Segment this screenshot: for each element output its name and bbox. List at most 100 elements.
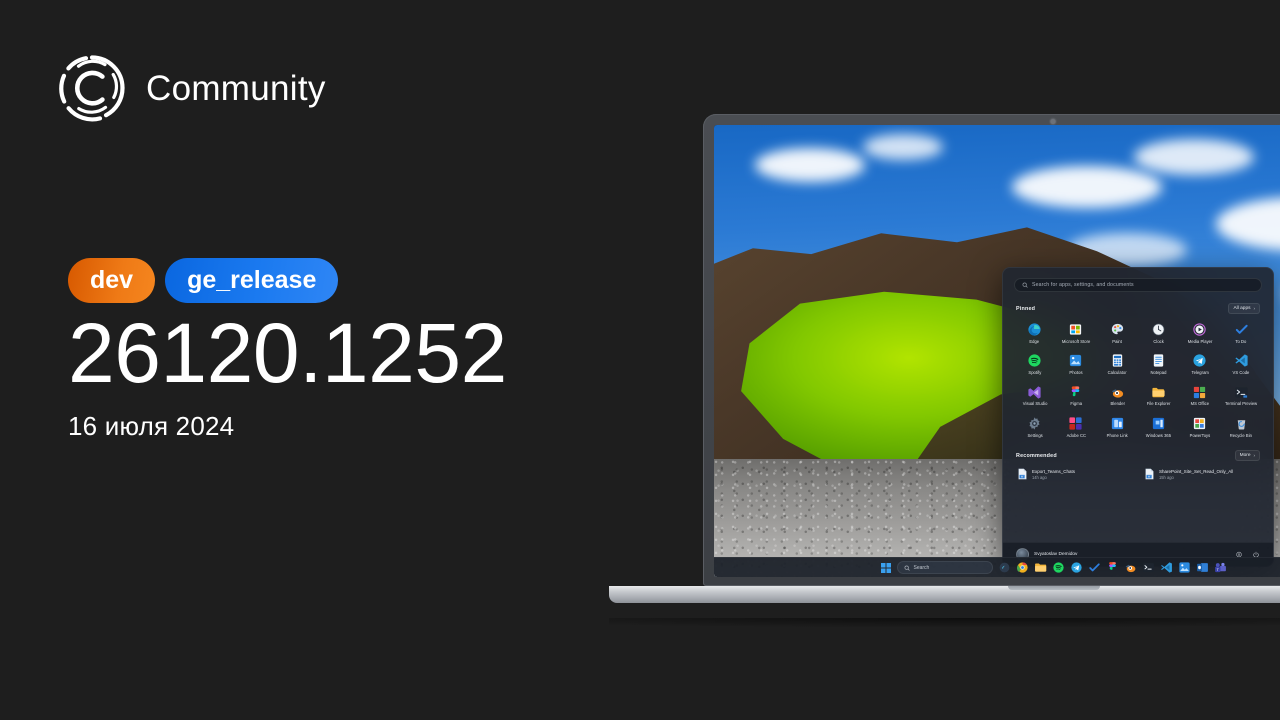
pinned-app-powertoys[interactable]: PowerToys xyxy=(1179,414,1220,441)
visual-studio-icon xyxy=(1028,386,1041,399)
more-label: More xyxy=(1239,453,1251,459)
pinned-app-vs-code[interactable]: VS Code xyxy=(1221,351,1262,378)
pinned-app-label: File Explorer xyxy=(1146,401,1171,407)
release-info: dev ge_release 26120.1252 16 июля 2024 xyxy=(68,258,507,442)
pinned-app-adobe-cc[interactable]: Adobe CC xyxy=(1055,414,1096,441)
pinned-app-label: PowerToys xyxy=(1189,432,1211,438)
chevron-right-icon: › xyxy=(1253,306,1255,311)
recommended-title: Recommended xyxy=(1016,452,1057,459)
pinned-app-label: Paint xyxy=(1112,338,1123,344)
recommended-list: W Export_Teams_Chats 14h ago W SharePoin… xyxy=(1014,466,1262,482)
all-apps-button[interactable]: All apps › xyxy=(1228,303,1260,314)
file-explorer-icon[interactable] xyxy=(1034,561,1047,574)
pinned-app-visual-studio[interactable]: Visual Studio xyxy=(1014,383,1055,410)
list-item[interactable]: W Export_Teams_Chats 14h ago xyxy=(1014,466,1135,482)
build-version: 26120.1252 xyxy=(68,306,507,400)
taskbar-search-input[interactable]: Search xyxy=(896,561,993,574)
taskbar-search-placeholder: Search xyxy=(913,564,930,571)
pinned-app-label: Telegram xyxy=(1191,370,1209,375)
spotify-icon[interactable] xyxy=(1052,561,1065,574)
pinned-app-label: Settings xyxy=(1027,432,1043,438)
pinned-app-label: To Do xyxy=(1235,338,1247,344)
photos-icon xyxy=(1070,355,1082,367)
badge-dev: dev xyxy=(68,258,156,303)
laptop-mockup: Search for apps, settings, and documents… xyxy=(609,114,1280,603)
pinned-app-label: Notepad xyxy=(1150,370,1167,375)
phone-link-icon xyxy=(1111,417,1123,430)
laptop-base xyxy=(609,586,1280,603)
telegram-icon[interactable] xyxy=(1070,561,1083,574)
copilot-icon[interactable] xyxy=(998,561,1011,574)
to-do-icon[interactable] xyxy=(1088,561,1101,574)
to-do-icon xyxy=(1235,324,1248,334)
search-icon xyxy=(904,565,910,571)
blender-icon[interactable] xyxy=(1124,561,1137,574)
pinned-app-label: MS Office xyxy=(1190,401,1210,407)
pinned-app-phone-link[interactable]: Phone Link xyxy=(1097,414,1138,441)
adobe-cc-icon xyxy=(1069,417,1083,430)
badge-ge-release: ge_release xyxy=(165,258,339,303)
pinned-apps-grid: Edge Microsoft Store Paint Clock Media P… xyxy=(1014,320,1262,441)
document-icon: W xyxy=(1145,469,1154,480)
chrome-icon[interactable] xyxy=(1016,561,1029,574)
teams-icon[interactable]: T xyxy=(1214,561,1227,574)
pinned-app-paint[interactable]: Paint xyxy=(1097,320,1138,347)
pinned-app-file-explorer[interactable]: File Explorer xyxy=(1138,383,1179,410)
pinned-app-label: Photos xyxy=(1069,370,1083,375)
recommended-subtitle: 14h ago xyxy=(1032,474,1047,480)
recommended-subtitle: 15h ago xyxy=(1159,474,1174,480)
windows-start-icon[interactable] xyxy=(880,562,892,574)
vs-code-icon[interactable] xyxy=(1160,561,1173,574)
pinned-app-calculator[interactable]: Calculator xyxy=(1097,351,1138,378)
outlook-icon[interactable] xyxy=(1196,561,1209,574)
recommended-title-text: Export_Teams_Chats xyxy=(1032,468,1076,474)
search-icon xyxy=(1022,282,1028,288)
pinned-app-blender[interactable]: Blender xyxy=(1097,383,1138,410)
pinned-title: Pinned xyxy=(1016,305,1036,312)
pinned-app-label: Clock xyxy=(1153,338,1164,344)
settings-gear-icon xyxy=(1029,417,1040,430)
pinned-app-terminal-preview[interactable]: Terminal Preview xyxy=(1221,383,1262,410)
pinned-app-recycle-bin[interactable]: Recycle Bin xyxy=(1221,414,1262,441)
pinned-app-figma[interactable]: Figma xyxy=(1055,383,1096,410)
pinned-app-microsoft-store[interactable]: Microsoft Store xyxy=(1055,320,1096,347)
pinned-app-label: Terminal Preview xyxy=(1225,401,1258,407)
blender-icon xyxy=(1111,388,1123,398)
pinned-app-label: Microsoft Store xyxy=(1061,338,1091,344)
pinned-app-notepad[interactable]: Notepad xyxy=(1138,351,1179,378)
pinned-app-spotify[interactable]: Spotify xyxy=(1014,351,1055,378)
start-menu-search-input[interactable]: Search for apps, settings, and documents xyxy=(1014,278,1262,292)
all-apps-label: All apps xyxy=(1233,306,1251,311)
list-item[interactable]: W SharePoint_Site_Set_Read_Only_All 15h … xyxy=(1141,466,1262,482)
more-button[interactable]: More › xyxy=(1234,450,1260,462)
recommended-section-header: Recommended More › xyxy=(1016,450,1260,462)
pinned-app-edge[interactable]: Edge xyxy=(1014,320,1055,347)
webcam-icon xyxy=(1050,119,1056,124)
pinned-app-label: VS Code xyxy=(1232,370,1250,375)
release-date: 16 июля 2024 xyxy=(68,411,235,442)
start-menu-search-placeholder: Search for apps, settings, and documents xyxy=(1032,282,1134,288)
pinned-app-settings[interactable]: Settings xyxy=(1014,414,1055,441)
figma-icon[interactable] xyxy=(1106,561,1119,574)
pinned-app-media-player[interactable]: Media Player xyxy=(1179,320,1220,347)
pinned-app-label: Phone Link xyxy=(1106,432,1128,438)
pinned-app-ms-office[interactable]: MS Office xyxy=(1179,383,1220,410)
pinned-app-photos[interactable]: Photos xyxy=(1055,351,1096,378)
pinned-app-label: Blender xyxy=(1110,401,1125,407)
photos-icon[interactable] xyxy=(1178,561,1191,574)
terminal-icon[interactable] xyxy=(1142,561,1155,574)
chevron-right-icon: › xyxy=(1253,453,1255,459)
calculator-icon xyxy=(1112,354,1122,367)
brand-header: Community xyxy=(56,52,326,124)
pinned-app-label: Adobe CC xyxy=(1066,432,1086,438)
notepad-icon xyxy=(1153,354,1164,367)
pinned-app-to-do[interactable]: To Do xyxy=(1221,320,1262,347)
pinned-app-telegram[interactable]: Telegram xyxy=(1179,351,1220,378)
pinned-app-clock[interactable]: Clock xyxy=(1138,320,1179,347)
pinned-app-windows-365[interactable]: Windows 365 xyxy=(1138,414,1179,441)
start-menu[interactable]: Search for apps, settings, and documents… xyxy=(1002,267,1274,567)
telegram-icon xyxy=(1193,354,1207,367)
brand-name: Community xyxy=(146,68,326,108)
ms-office-icon xyxy=(1194,386,1206,398)
document-icon: W xyxy=(1018,469,1027,480)
